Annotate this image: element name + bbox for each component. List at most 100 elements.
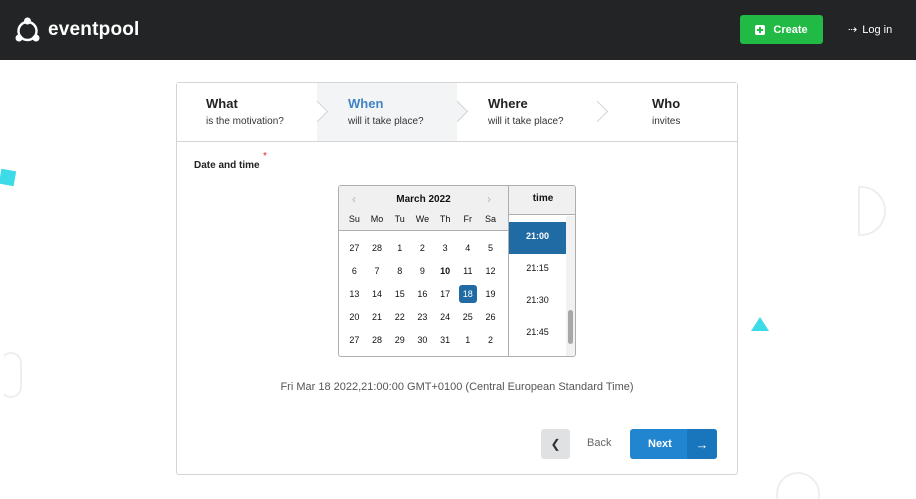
calendar-day[interactable]: 23 [411, 308, 434, 326]
weekday-label: Su [348, 214, 360, 224]
time-option[interactable]: 21:15 [509, 254, 566, 286]
calendar-day[interactable]: 9 [411, 262, 434, 280]
time-list: 21:00 21:15 21:30 21:45 [509, 222, 566, 350]
calendar-day[interactable]: 6 [343, 262, 366, 280]
time-option[interactable]: 21:00 [509, 222, 566, 254]
next-button[interactable]: Next → [630, 429, 717, 459]
calendar-day[interactable]: 26 [479, 308, 502, 326]
calendar-day[interactable]: 15 [388, 285, 411, 303]
event-wizard-card: What is the motivation? When will it tak… [176, 82, 738, 475]
calendar-day[interactable]: 30 [411, 331, 434, 349]
calendar: ‹ March 2022 › Su Mo Tu We Th Fr Sa 27 28… [339, 186, 508, 356]
weekday-label: Tu [394, 214, 405, 224]
calendar-day[interactable]: 25 [456, 308, 479, 326]
calendar-day[interactable]: 13 [343, 285, 366, 303]
scrollbar-thumb[interactable] [568, 310, 573, 344]
weekday-label: Th [439, 214, 451, 224]
step-description: will it take place? [488, 116, 564, 127]
step-what[interactable]: What is the motivation? [177, 83, 317, 141]
time-header: time [509, 186, 575, 215]
calendar-day[interactable]: 27 [343, 239, 366, 257]
back-button[interactable]: Back [587, 437, 611, 449]
next-month-icon[interactable]: › [487, 192, 491, 206]
login-label: Log in [862, 23, 893, 36]
brand-logo[interactable]: eventpool [15, 17, 140, 43]
calendar-days: 27 28 1 2 3 4 5 6 7 8 9 10 11 12 13 14 15 16 17 18 19 20 21 22 2… [343, 237, 502, 351]
calendar-week: 27 28 29 30 31 1 2 [343, 328, 502, 351]
required-asterisk: * [263, 151, 267, 162]
calendar-day[interactable]: 10 [434, 262, 457, 280]
step-title: Where [488, 96, 528, 111]
weekday-label: Mo [370, 214, 384, 224]
wizard-steps: What is the motivation? When will it tak… [177, 83, 737, 142]
calendar-day[interactable]: 8 [388, 262, 411, 280]
login-link[interactable]: ⇢ Log in [848, 23, 893, 37]
calendar-day[interactable]: 2 [411, 239, 434, 257]
step-description: is the motivation? [206, 116, 284, 127]
decorative-outline-shape [858, 186, 886, 236]
calendar-day[interactable]: 1 [456, 331, 479, 349]
arrow-right-icon: → [687, 429, 717, 459]
date-time-label: Date and time [194, 160, 260, 171]
month-label: March 2022 [396, 194, 451, 205]
time-option[interactable]: 21:45 [509, 318, 566, 350]
time-option[interactable]: 21:30 [509, 286, 566, 318]
calendar-day[interactable]: 5 [479, 239, 502, 257]
calendar-day[interactable]: 17 [434, 285, 457, 303]
weekday-label: Fr [463, 214, 473, 224]
create-button-label: Create [773, 23, 808, 36]
calendar-day[interactable]: 21 [366, 308, 389, 326]
top-navbar: eventpool Create ⇢ Log in [0, 0, 916, 60]
calendar-day[interactable]: 28 [366, 331, 389, 349]
calendar-week: 13 14 15 16 17 18 19 [343, 283, 502, 306]
time-column: time 21:00 21:15 21:30 21:45 [508, 186, 575, 356]
date-time-picker: ‹ March 2022 › Su Mo Tu We Th Fr Sa 27 28… [338, 185, 576, 357]
calendar-day[interactable]: 28 [366, 239, 389, 257]
weekday-label: Sa [484, 214, 496, 224]
step-when[interactable]: When will it take place? [317, 83, 457, 141]
next-button-label: Next [648, 438, 672, 450]
calendar-day[interactable]: 14 [366, 285, 389, 303]
step-title: Who [652, 96, 681, 111]
calendar-week: 27 28 1 2 3 4 5 [343, 237, 502, 260]
calendar-day[interactable]: 2 [479, 331, 502, 349]
step-title: When [348, 96, 384, 111]
calendar-day[interactable]: 12 [479, 262, 502, 280]
calendar-day[interactable]: 22 [388, 308, 411, 326]
decorative-triangle [751, 317, 769, 331]
calendar-day[interactable]: 24 [434, 308, 457, 326]
step-title: What [206, 96, 238, 111]
calendar-day[interactable]: 16 [411, 285, 434, 303]
back-arrow-button[interactable]: ❮ [541, 429, 570, 459]
calendar-day[interactable]: 1 [388, 239, 411, 257]
calendar-day[interactable]: 19 [479, 285, 502, 303]
calendar-week: 6 7 8 9 10 11 12 [343, 260, 502, 283]
decorative-outline-circle [776, 472, 820, 499]
brand-name: eventpool [48, 19, 140, 40]
calendar-day[interactable]: 11 [456, 262, 479, 280]
calendar-header: ‹ March 2022 › Su Mo Tu We Th Fr Sa [339, 186, 508, 231]
step-who[interactable]: Who invites [597, 83, 737, 141]
calendar-day[interactable]: 29 [388, 331, 411, 349]
calendar-week: 20 21 22 23 24 25 26 [343, 305, 502, 328]
step-description: invites [652, 116, 681, 127]
selected-datetime-text: Fri Mar 18 2022,21:00:00 GMT+0100 (Centr… [280, 381, 634, 393]
calendar-day[interactable]: 4 [456, 239, 479, 257]
calendar-day[interactable]: 27 [343, 331, 366, 349]
decorative-square [0, 168, 17, 187]
step-where[interactable]: Where will it take place? [457, 83, 597, 141]
sign-in-icon: ⇢ [848, 24, 858, 36]
time-scrollbar[interactable] [566, 216, 575, 356]
calendar-day[interactable]: 31 [434, 331, 457, 349]
calendar-day[interactable]: 3 [434, 239, 457, 257]
calendar-day[interactable]: 7 [366, 262, 389, 280]
eventpool-logo-icon [15, 17, 40, 42]
plus-square-icon [755, 24, 766, 35]
calendar-day[interactable]: 18 [458, 284, 477, 303]
chevron-left-icon: ❮ [550, 437, 561, 451]
step-description: will it take place? [348, 116, 424, 127]
decorative-outline-shape [0, 352, 22, 398]
create-button[interactable]: Create [740, 15, 823, 44]
calendar-day[interactable]: 20 [343, 308, 366, 326]
weekday-header: Su Mo Tu We Th Fr Sa [343, 214, 502, 224]
